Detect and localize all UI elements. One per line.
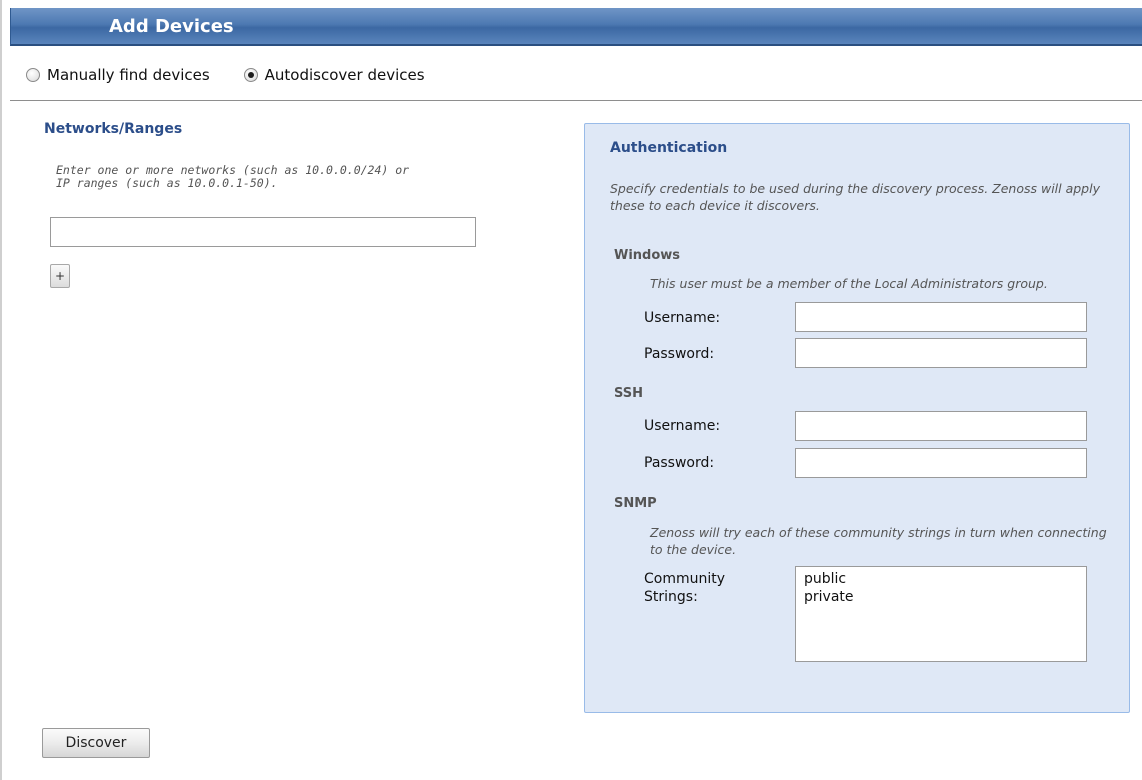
windows-username-input[interactable] [795, 302, 1087, 332]
networks-heading: Networks/Ranges [44, 121, 183, 137]
title-bar: Add Devices [10, 8, 1142, 46]
community-strings-label: Community Strings: [644, 570, 754, 606]
authentication-description: Specify credentials to be used during th… [610, 181, 1100, 213]
snmp-section-note: Zenoss will try each of these community … [650, 525, 1107, 557]
ssh-password-input[interactable] [795, 448, 1087, 478]
ssh-password-label: Password: [644, 455, 715, 471]
add-network-button[interactable]: + [50, 264, 70, 288]
discovery-mode-selector: Manually find devices Autodiscover devic… [26, 64, 459, 86]
ssh-section-label: SSH [614, 386, 644, 401]
autodiscover-radio[interactable] [243, 68, 258, 82]
community-strings-textarea[interactable]: public private [795, 566, 1087, 662]
window-title: Add Devices [109, 16, 234, 37]
add-devices-window: Add Devices Manually find devices Autodi… [0, 0, 1142, 780]
windows-password-label: Password: [644, 346, 715, 362]
snmp-section-label: SNMP [614, 496, 657, 511]
manual-find-radio[interactable] [26, 68, 40, 82]
authentication-heading: Authentication [610, 140, 728, 156]
autodiscover-option[interactable]: Autodiscover devices [243, 66, 425, 84]
community-strings-label-line-1: Community [644, 571, 726, 587]
ssh-username-input[interactable] [795, 411, 1087, 441]
manual-find-option[interactable]: Manually find devices [26, 66, 210, 84]
manual-find-label[interactable]: Manually find devices [47, 66, 210, 84]
windows-username-label: Username: [644, 310, 721, 326]
networks-hint: Enter one or more networks (such as 10.0… [56, 164, 486, 190]
network-range-input[interactable] [50, 217, 476, 247]
windows-password-input[interactable] [795, 338, 1087, 368]
networks-hint-line-2: IP ranges (such as 10.0.0.1-50). [56, 176, 278, 190]
discover-button[interactable]: Discover [42, 728, 150, 758]
windows-section-label: Windows [614, 248, 681, 263]
community-strings-label-line-2: Strings: [644, 589, 698, 605]
autodiscover-label[interactable]: Autodiscover devices [265, 66, 425, 84]
windows-section-note: This user must be a member of the Local … [650, 276, 1048, 291]
divider [10, 100, 1142, 101]
authentication-panel: Authentication Specify credentials to be… [584, 123, 1130, 713]
ssh-username-label: Username: [644, 418, 721, 434]
